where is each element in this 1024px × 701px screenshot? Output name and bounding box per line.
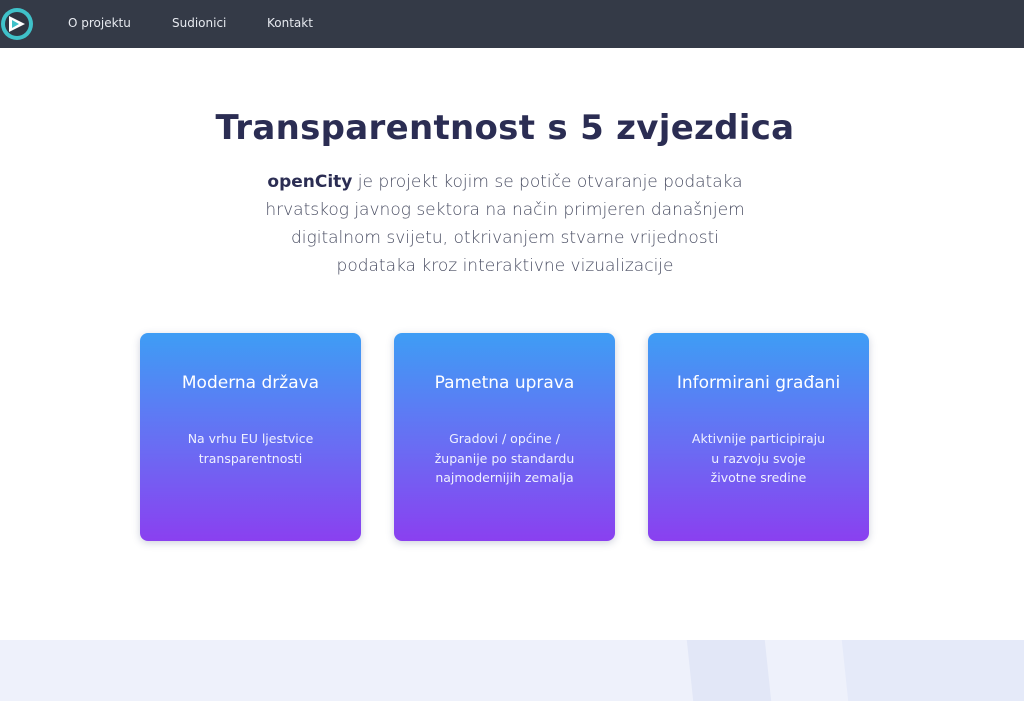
nav-link-kontakt[interactable]: Kontakt (267, 16, 313, 30)
card-text: Na vrhu EU ljestvice transparentnosti (160, 429, 341, 468)
decorative-stripe (841, 640, 1024, 701)
card-moderna-drzava[interactable]: Moderna država Na vrhu EU ljestvice tran… (140, 333, 361, 541)
card-text-line: transparentnosti (198, 450, 303, 466)
card-text: Aktivnije participiraju u razvoju svoje … (668, 429, 849, 488)
card-informirani-gradani[interactable]: Informirani građani Aktivnije participir… (648, 333, 869, 541)
card-text-line: Gradovi / općine / (449, 431, 560, 446)
opencity-logo-icon[interactable] (0, 7, 34, 41)
brand-name: openCity (267, 172, 353, 192)
card-title: Moderna država (181, 373, 320, 393)
navbar: O projektu Sudionici Kontakt (0, 0, 1024, 48)
card-pametna-uprava[interactable]: Pametna uprava Gradovi / općine / župani… (394, 333, 615, 541)
hero-description: openCity je projekt kojim se potiče otva… (262, 168, 748, 280)
hero-title: Transparentnost s 5 zvjezdica (215, 108, 795, 148)
card-text-line: životne sredine (710, 470, 807, 485)
decorative-stripe (686, 640, 772, 701)
nav-link-o-projektu[interactable]: O projektu (68, 16, 131, 30)
nav-link-sudionici[interactable]: Sudionici (172, 16, 226, 30)
card-text-line: najmodernijih zemalja (435, 470, 574, 485)
card-title: Informirani građani (676, 373, 841, 393)
card-text-line: Na vrhu EU ljestvice (187, 431, 314, 446)
card-text-line: u razvoju svoje (711, 450, 806, 466)
card-text-line: Aktivnije participiraju (691, 431, 826, 446)
card-title: Pametna uprava (434, 373, 575, 393)
footer-band (0, 640, 1024, 701)
card-text-line: županije po standardu (434, 450, 575, 466)
card-text: Gradovi / općine / županije po standardu… (414, 429, 595, 488)
